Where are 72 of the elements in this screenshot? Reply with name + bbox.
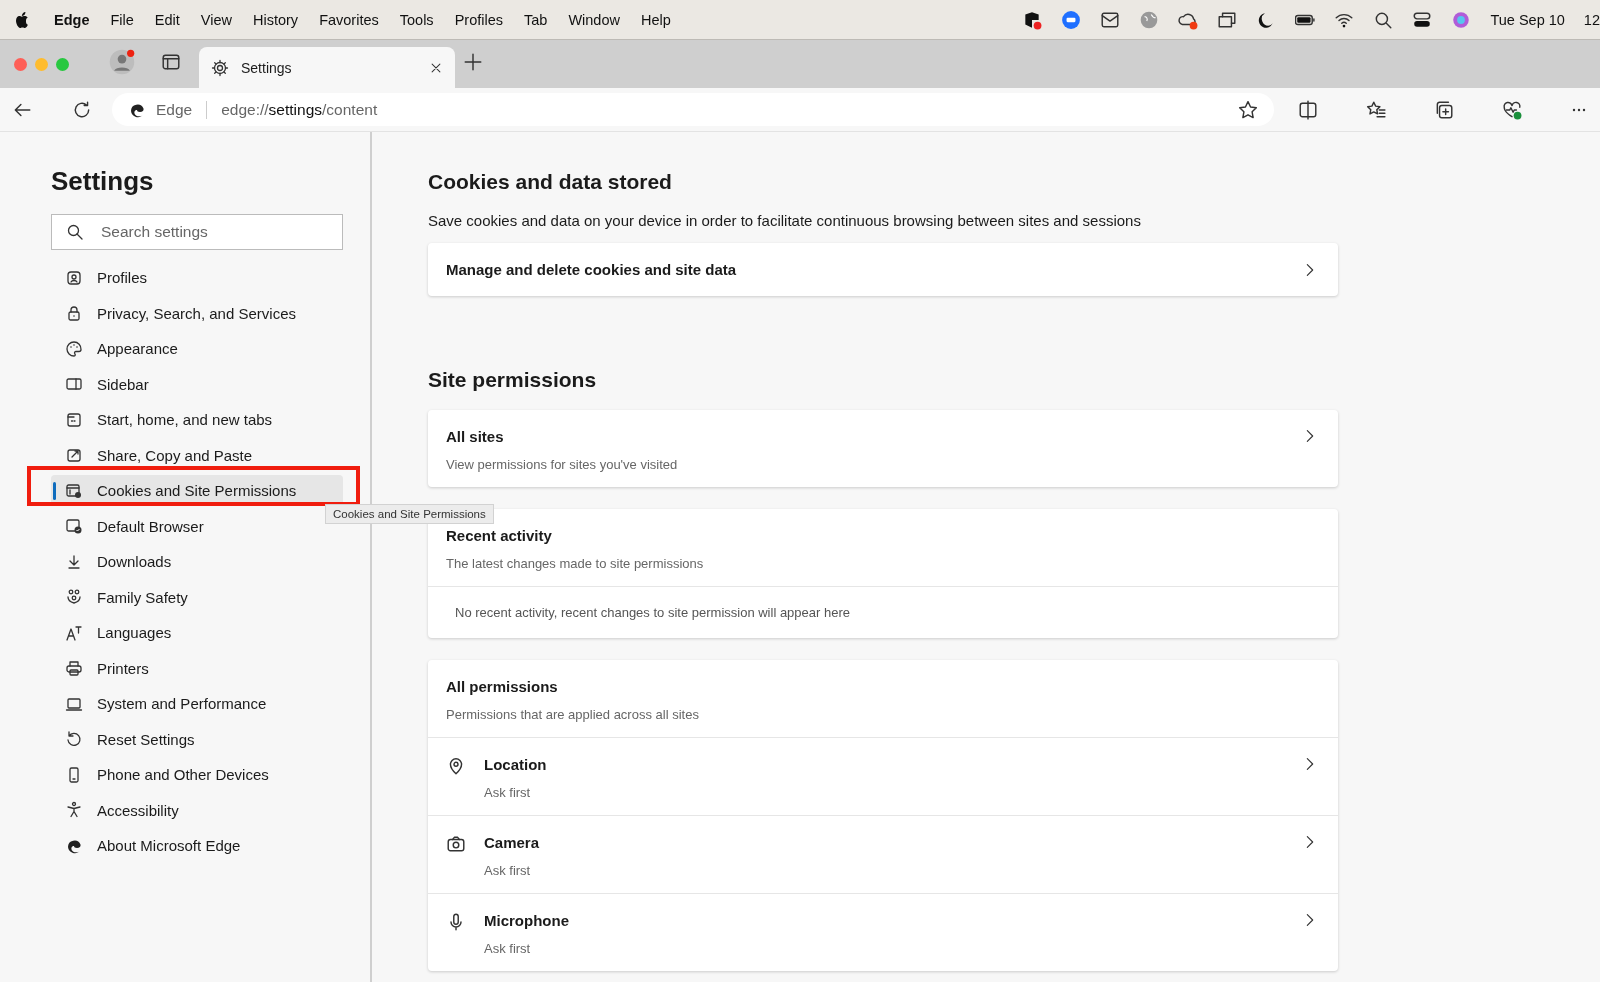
collections-icon[interactable] [1434,99,1454,120]
sidebar-item[interactable]: Start, home, and new tabs [51,404,343,435]
split-screen-icon[interactable] [1298,99,1318,120]
menu-item[interactable]: File [110,11,134,28]
section-heading: Cookies and data stored [428,170,673,194]
permission-row[interactable]: Location Ask first [428,737,1338,815]
camera-icon [446,834,466,854]
section-description: Save cookies and data on your device in order to facilitate continuous browsing between sites and sessions [428,212,1142,229]
sidebar-item[interactable]: Family Safety [51,581,343,613]
menu-item[interactable]: View [200,11,232,28]
sidebar-item[interactable]: Accessibility [51,794,343,826]
family-icon [65,588,83,606]
sidebar-item[interactable]: Phone and Other Devices [51,759,343,790]
sidebar-item[interactable]: About Microsoft Edge [51,830,343,861]
cookie-gear-icon [65,481,83,500]
gear-icon [211,58,229,77]
menu-item[interactable]: Edit [154,11,180,28]
menu-clock[interactable]: Tue Sep 10 [1490,11,1565,28]
menu-clock[interactable]: 12 [1583,11,1600,28]
profile-icon [65,268,83,287]
sidebar-item[interactable]: Reset Settings [51,723,343,755]
menu-item[interactable]: History [253,11,299,28]
permission-row[interactable]: Microphone Ask first [428,893,1338,971]
lock-icon [65,304,83,322]
settings-link-card[interactable]: Manage and delete cookies and site data [428,243,1338,296]
favorites-list-icon[interactable] [1366,99,1386,120]
sidebar-item[interactable]: Profiles [51,262,343,293]
menu-item[interactable]: Tools [399,11,434,28]
printer-icon [65,659,83,677]
menu-item[interactable]: Tab [524,11,548,28]
browser-tab[interactable]: Settings [199,47,455,88]
sidebar-item[interactable]: Share, Copy and Paste [51,439,343,471]
profile-avatar-icon[interactable] [109,49,135,75]
search-field[interactable]: Search settings [51,214,343,250]
sidebar-item[interactable]: System and Performance [51,688,343,719]
address-bar[interactable]: Edge edge://settings/content [112,93,1274,126]
browser-check-icon [65,517,83,535]
tooltip: Cookies and Site Permissions [325,504,494,524]
plus-icon[interactable] [463,52,483,72]
menu-item[interactable]: Window [568,11,620,28]
menu-item[interactable]: Help [640,11,671,28]
favorite-star-icon[interactable] [1238,99,1258,120]
sidebar-item[interactable]: Appearance [51,333,343,364]
reset-icon [65,730,83,748]
empty-message: No recent activity, recent changes to site permission will appear here [454,604,851,622]
heart-pulse-icon[interactable] [1502,99,1522,120]
search-icon [66,223,84,241]
card-subtitle: Permissions that are applied across all sites [446,707,700,722]
sidebar-item[interactable]: Sidebar [51,368,343,400]
menu-item[interactable]: Favorites [319,11,379,28]
app-menu[interactable]: Edge [54,11,90,28]
sidebar-icon [65,375,83,393]
card-subtitle: The latest changes made to site permissions [446,556,705,571]
card-title: All permissions [446,678,559,695]
sidebar-item[interactable]: Privacy, Search, and Services [51,297,343,329]
tab-page-icon [65,410,83,429]
language-icon [65,623,83,642]
reload-icon[interactable] [72,99,92,120]
settings-heading: Settings [51,166,155,197]
card-title: Recent activity [446,527,553,544]
assistant-orb-icon[interactable] [1451,9,1472,30]
settings-link-card[interactable]: All sites View permissions for sites you've visited [428,410,1338,487]
sidebar-item[interactable]: Downloads [51,546,343,577]
menu-item[interactable]: Profiles [454,11,503,28]
vertical-tabs-icon[interactable] [161,52,181,72]
share-icon [65,446,83,464]
palette-icon [65,339,83,358]
accessibility-icon [65,801,83,819]
section-heading: Site permissions [428,368,598,392]
permission-row[interactable]: Camera Ask first [428,815,1338,893]
sidebar-item[interactable]: Printers [51,652,343,684]
sidebar-item[interactable]: Languages [51,617,343,648]
